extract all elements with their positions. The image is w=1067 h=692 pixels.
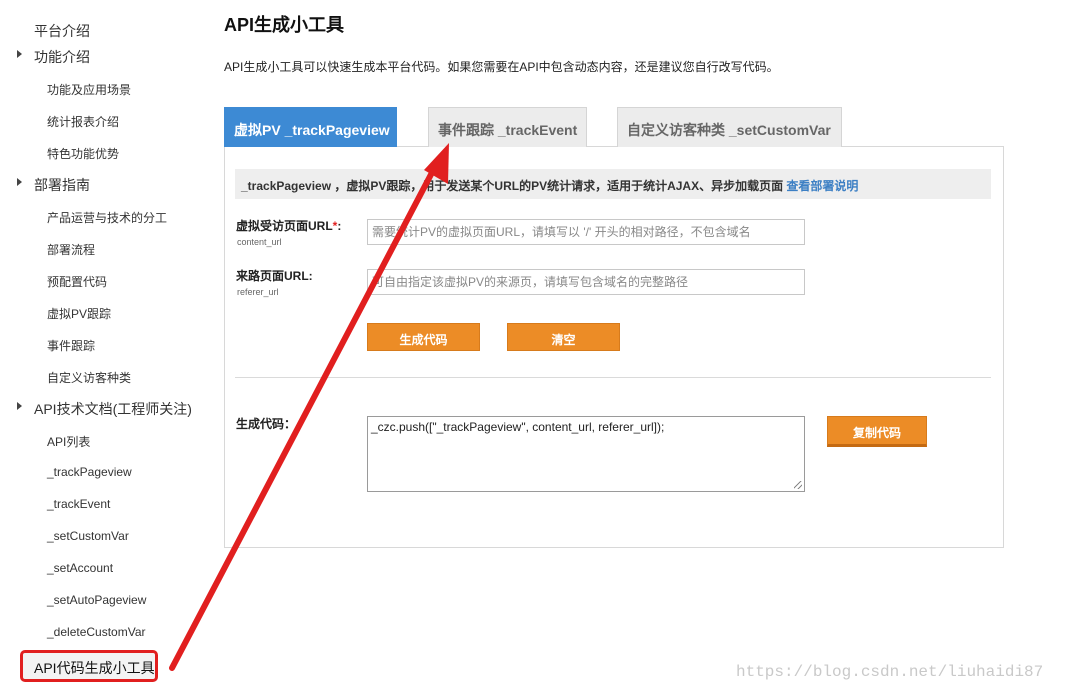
annotation-arrow (169, 143, 449, 671)
annotation-arrow-shaft (169, 160, 440, 671)
watermark-text: https://blog.csdn.net/liuhaidi87 (736, 663, 1044, 681)
